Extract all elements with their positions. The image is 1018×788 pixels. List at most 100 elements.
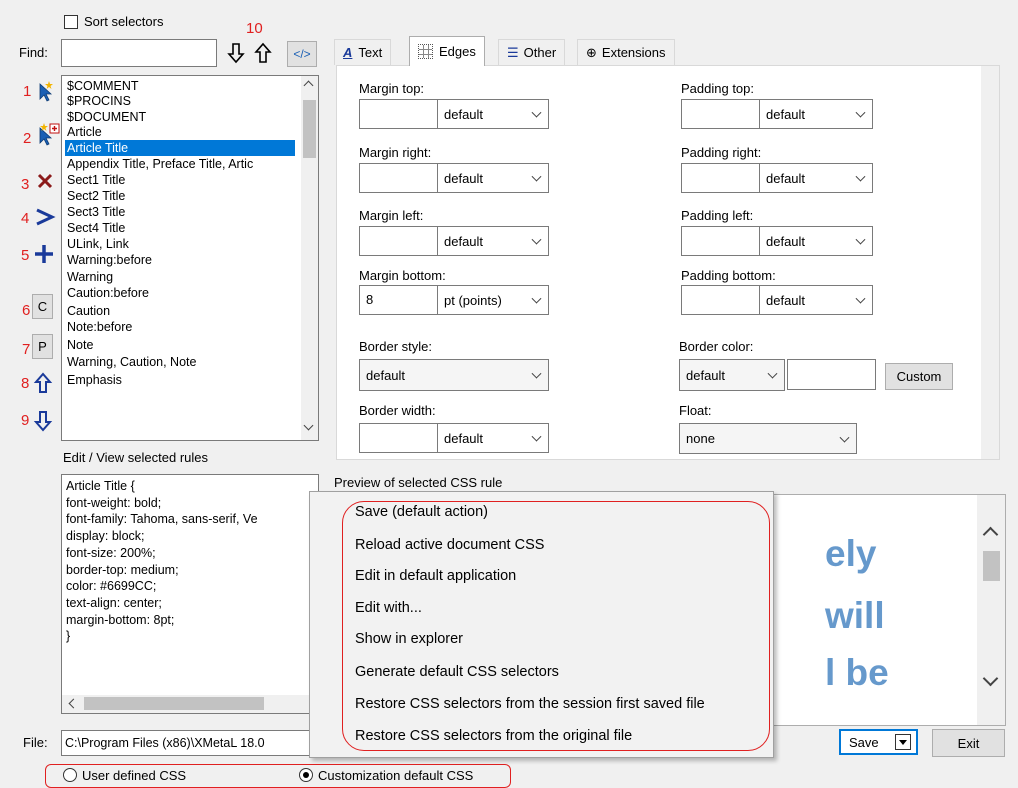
menu-item[interactable]: Reload active document CSS xyxy=(355,537,544,553)
padding-left-unit-select[interactable]: default xyxy=(759,226,873,256)
selector-item[interactable]: Caution:before xyxy=(65,285,295,301)
c-button[interactable]: C xyxy=(32,294,53,319)
exit-button[interactable]: Exit xyxy=(932,729,1005,757)
margin-bottom-unit-select[interactable]: pt (points) xyxy=(437,285,549,315)
scroll-down-arrow[interactable] xyxy=(303,420,314,431)
border-style-select[interactable]: default xyxy=(359,359,549,391)
save-dropdown-arrow[interactable] xyxy=(895,734,911,750)
tab-other[interactable]: ☰ Other xyxy=(498,39,566,65)
selector-item[interactable]: Warning xyxy=(65,269,295,285)
selector-item[interactable]: Warning, Caution, Note xyxy=(65,354,295,370)
move-down-button[interactable] xyxy=(33,409,53,433)
chevron-down-icon xyxy=(855,293,866,304)
menu-item[interactable]: Restore CSS selectors from the original … xyxy=(355,728,632,744)
padding-right-unit-select[interactable]: default xyxy=(759,163,873,193)
selectors-list[interactable]: $COMMENT $PROCINS $DOCUMENT Article Article … xyxy=(61,75,319,441)
scroll-up-arrow[interactable] xyxy=(303,80,314,91)
float-select[interactable]: none xyxy=(679,423,857,454)
margin-right-input[interactable] xyxy=(359,163,438,193)
margin-right-unit-select[interactable]: default xyxy=(437,163,549,193)
find-input[interactable] xyxy=(61,39,217,67)
code-line: Article Title { xyxy=(66,479,135,493)
scroll-down-arrow[interactable] xyxy=(982,670,999,687)
editor-hscrollbar[interactable] xyxy=(62,695,318,713)
margin-top-input[interactable] xyxy=(359,99,438,129)
preview-text-1: ely xyxy=(825,533,877,574)
padding-right-input[interactable] xyxy=(681,163,760,193)
padding-bottom-unit-select[interactable]: default xyxy=(759,285,873,315)
add-rule-button[interactable] xyxy=(33,243,55,265)
border-color-input[interactable] xyxy=(787,359,876,390)
delete-selector-button[interactable] xyxy=(36,172,54,190)
margin-bottom-input[interactable]: 8 xyxy=(359,285,438,315)
margin-left-input[interactable] xyxy=(359,226,438,256)
custom-color-button[interactable]: Custom xyxy=(885,363,953,390)
menu-item[interactable]: Show in explorer xyxy=(355,631,463,647)
margin-left-unit-select[interactable]: default xyxy=(437,226,549,256)
margin-top-unit-select[interactable]: default xyxy=(437,99,549,129)
tab-edges[interactable]: Edges xyxy=(409,36,485,66)
hscroll-thumb[interactable] xyxy=(84,697,264,710)
selector-item[interactable]: Sect3 Title xyxy=(65,204,295,220)
selector-item[interactable]: Warning:before xyxy=(65,252,295,268)
scroll-left-arrow[interactable] xyxy=(68,698,79,709)
preview-scroll-thumb[interactable] xyxy=(983,551,1000,581)
selector-item[interactable]: Sect2 Title xyxy=(65,188,295,204)
preview-scrollbar[interactable] xyxy=(977,495,1005,725)
padding-top-input[interactable] xyxy=(681,99,760,129)
add-child-selector-button[interactable] xyxy=(35,122,61,146)
save-split-button[interactable]: Save xyxy=(839,729,918,755)
border-width-unit-select[interactable]: default xyxy=(437,423,549,453)
code-view-button[interactable]: </> xyxy=(287,41,317,67)
chevron-down-icon xyxy=(767,368,778,379)
find-next-down-button[interactable] xyxy=(225,40,247,66)
padding-bottom-input[interactable] xyxy=(681,285,760,315)
arrow-down-icon xyxy=(227,43,245,64)
menu-item[interactable]: Restore CSS selectors from the session f… xyxy=(355,696,705,712)
chevron-down-icon xyxy=(531,431,542,442)
user-defined-css-radio[interactable] xyxy=(63,768,77,782)
rules-editor[interactable] xyxy=(61,474,319,714)
tab-extensions[interactable]: ⊕ Extensions xyxy=(577,39,675,65)
customization-default-css-label: Customization default CSS xyxy=(318,768,474,783)
selector-item[interactable]: Caution xyxy=(65,303,295,319)
selector-item[interactable]: $PROCINS xyxy=(65,93,295,109)
chevron-down-icon xyxy=(855,234,866,245)
edges-grid-icon xyxy=(418,44,433,59)
selector-item[interactable]: Sect1 Title xyxy=(65,172,295,188)
border-color-select[interactable]: default xyxy=(679,359,785,391)
menu-item[interactable]: Edit in default application xyxy=(355,568,516,584)
indent-selector-button[interactable] xyxy=(34,206,56,228)
border-width-input[interactable] xyxy=(359,423,438,453)
selector-item[interactable]: Sect4 Title xyxy=(65,220,295,236)
selector-item[interactable]: Article Title xyxy=(65,140,295,156)
find-prev-up-button[interactable] xyxy=(252,40,274,66)
margin-bottom-label: Margin bottom: xyxy=(359,268,446,283)
menu-item[interactable]: Edit with... xyxy=(355,600,422,616)
list-scrollbar[interactable] xyxy=(301,76,318,440)
selector-item[interactable]: Note:before xyxy=(65,319,295,335)
annotation-1: 1 xyxy=(23,83,32,100)
selector-item[interactable]: $COMMENT xyxy=(65,78,295,94)
scroll-up-arrow[interactable] xyxy=(982,526,999,543)
selector-item[interactable]: Article xyxy=(65,124,295,140)
scroll-thumb[interactable] xyxy=(303,100,316,158)
selector-item[interactable]: Note xyxy=(65,337,295,353)
selector-item[interactable]: ULink, Link xyxy=(65,236,295,252)
file-path-input[interactable]: C:\Program Files (x86)\XMetaL 18.0 xyxy=(61,730,321,756)
padding-top-unit-select[interactable]: default xyxy=(759,99,873,129)
p-button[interactable]: P xyxy=(32,334,53,359)
panel-scrollbar[interactable] xyxy=(981,66,999,459)
menu-item[interactable]: Generate default CSS selectors xyxy=(355,664,559,680)
tab-text[interactable]: A Text xyxy=(334,39,392,65)
sort-selectors-checkbox[interactable] xyxy=(64,15,78,29)
padding-left-input[interactable] xyxy=(681,226,760,256)
selector-item[interactable]: Appendix Title, Preface Title, Artic xyxy=(65,156,295,172)
add-selector-button[interactable] xyxy=(35,80,57,102)
move-up-button[interactable] xyxy=(33,371,53,395)
find-label: Find: xyxy=(19,45,48,60)
menu-item[interactable]: Save (default action) xyxy=(355,504,488,520)
customization-default-css-radio[interactable] xyxy=(299,768,313,782)
selector-item[interactable]: $DOCUMENT xyxy=(65,109,295,125)
selector-item[interactable]: Emphasis xyxy=(65,372,295,388)
